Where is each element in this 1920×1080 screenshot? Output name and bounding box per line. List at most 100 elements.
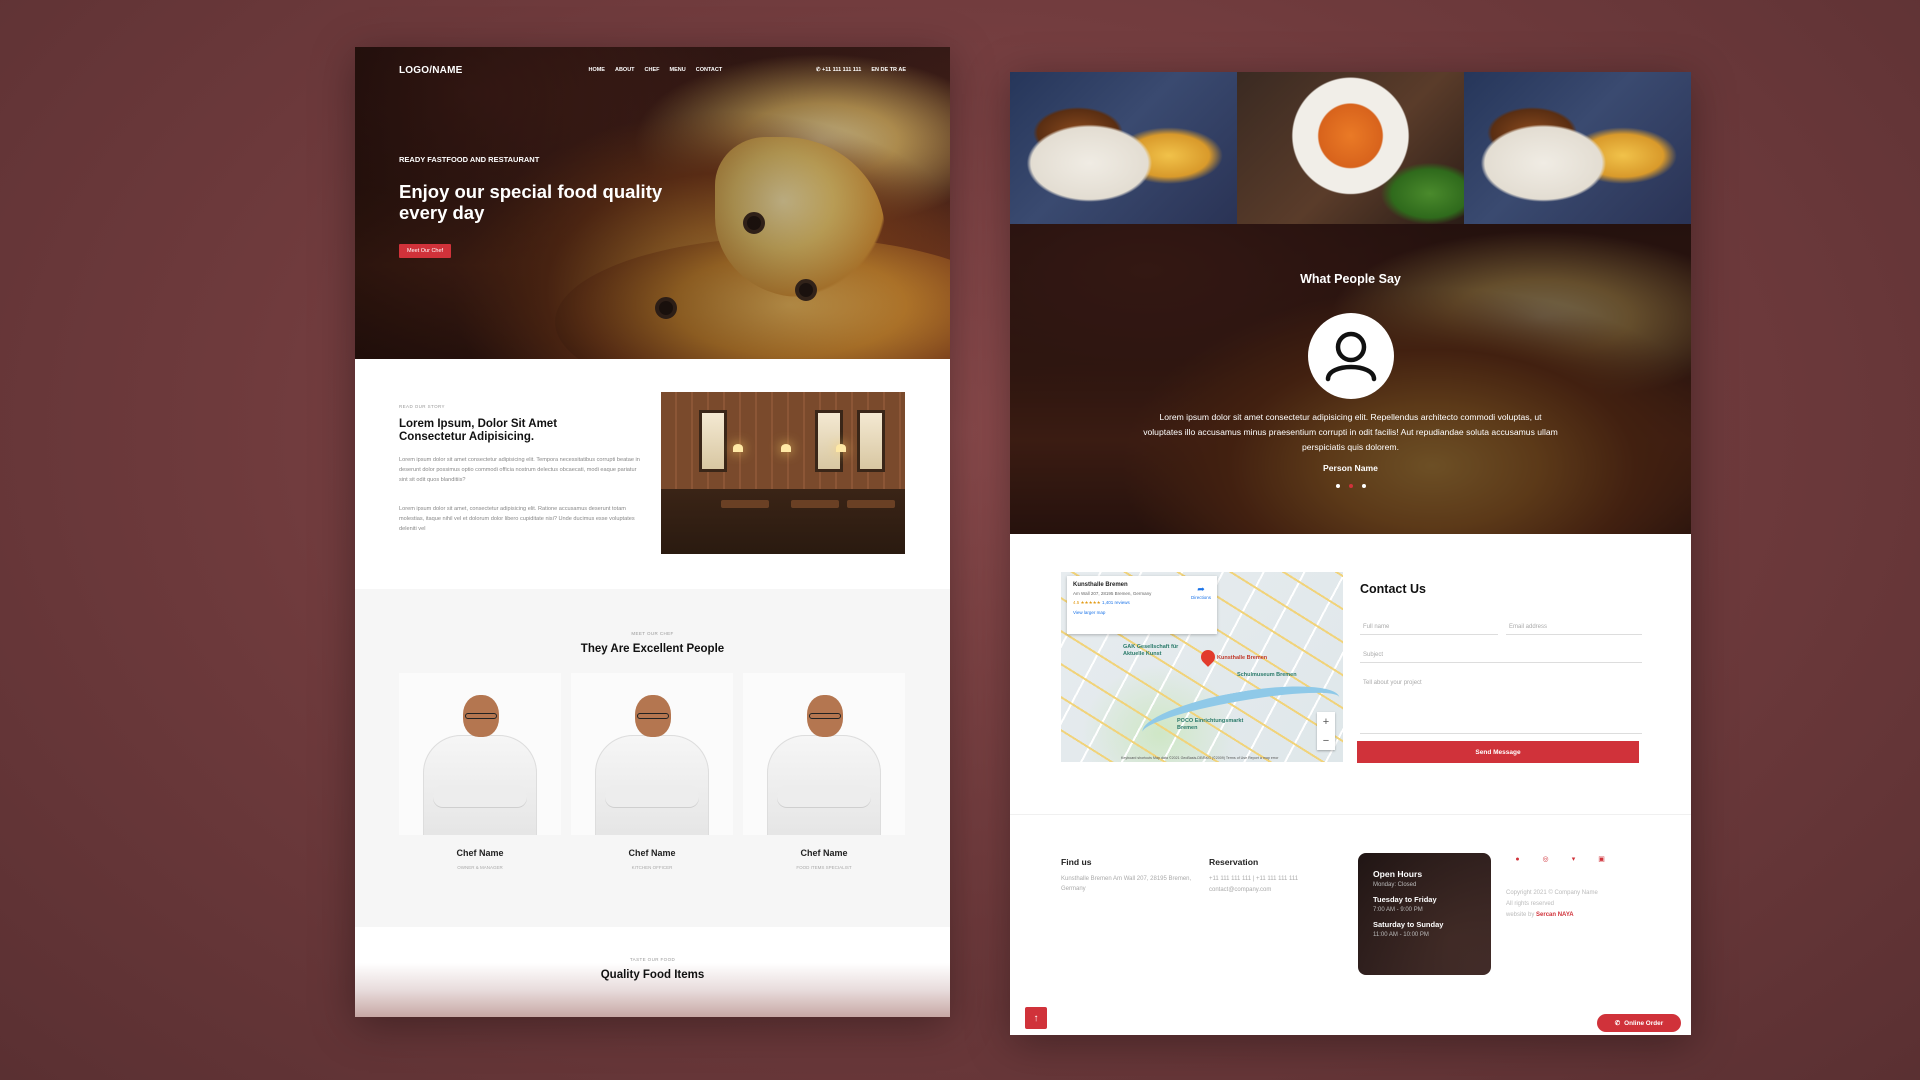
table-decoration [847,500,895,508]
chef-glasses [809,713,841,719]
meet-our-chef-button[interactable]: Meet Our Chef [399,244,452,258]
view-larger-map-link[interactable]: View larger map [1073,610,1211,615]
nav-chef[interactable]: CHEF [645,67,660,73]
message-textarea[interactable]: Tell about your project [1360,676,1642,734]
map-label-museum: Schulmuseum Bremen [1237,672,1297,678]
linkedin-icon[interactable]: ▣ [1597,855,1606,864]
directions-button[interactable]: ➦ Directions [1191,584,1211,600]
twitter-icon[interactable]: ▾ [1569,855,1578,864]
online-order-button[interactable]: ✆ Online Order [1597,1014,1681,1032]
facebook-icon[interactable]: ● [1513,855,1522,864]
story-title: Lorem Ipsum, Dolor Sit Amet Consectetur … [399,418,558,443]
directions-icon: ➦ [1197,584,1205,594]
scroll-top-button[interactable]: ↑ [1025,1007,1047,1029]
carousel-dots [1010,484,1691,488]
copyright-text: Copyright 2021 © Company Name [1506,890,1598,896]
chef-arms [777,785,871,807]
chefs-title: They Are Excellent People [580,643,725,655]
map-pin-label: Kunsthalle Bremen [1217,655,1268,661]
hours-day: Tuesday to Friday [1373,895,1437,904]
phone-number: +11 111 111 111 [822,67,862,73]
open-hours-card: Open Hours Monday: Closed Tuesday to Fri… [1358,853,1491,975]
carousel-dot-active[interactable] [1348,484,1353,488]
contact-section: Kunsthalle Bremen GAK Gesellschaft für A… [1010,534,1691,814]
chefs-section: MEET OUR CHEF They Are Excellent People … [355,589,950,927]
story-section: READ OUR STORY Lorem Ipsum, Dolor Sit Am… [355,359,950,589]
table-decoration [721,500,769,508]
find-us-address: Kunsthalle Bremen Am Wall 207, 28195 Bre… [1061,876,1192,892]
carousel-dot[interactable] [1335,484,1340,488]
landing-page-bottom: What People Say Lorem ipsum dolor sit am… [1010,72,1691,1035]
language-switcher[interactable]: EN DE TR AE [871,67,906,73]
nav-right: ✆ +11 111 111 111 EN DE TR AE [816,67,906,73]
story-label: READ OUR STORY [399,404,445,409]
rights-text: All rights reserved [1506,901,1555,907]
carousel-dot[interactable] [1361,484,1366,488]
reservation-phone[interactable]: +11 111 111 111 | +11 111 111 111 [1209,874,1298,884]
open-hours-title: Open Hours [1373,869,1423,879]
map-label-gak: GAK Gesellschaft für Aktuelle Kunst [1123,644,1179,657]
author-link[interactable]: Sercan NAYA [1536,912,1574,918]
email-field[interactable]: Email address [1506,620,1642,635]
chef-role: FOOD ITEMS SPECIALIST [796,865,852,870]
send-message-button[interactable]: Send Message [1357,741,1639,763]
gallery-image-burger[interactable] [1010,72,1237,224]
full-name-field[interactable]: Full name [1360,620,1498,635]
food-gallery [1010,72,1691,224]
testimonial-title: What People Say [1300,272,1401,286]
nav-about[interactable]: ABOUT [615,67,635,73]
chef-name: Chef Name [800,848,848,858]
hours-time: 7:00 AM - 9:00 PM [1373,907,1423,913]
map-zoom-controls: + − [1317,712,1335,750]
nav-contact[interactable]: CONTACT [696,67,722,73]
chef-role: OWNER & MANAGER [457,865,503,870]
instagram-icon[interactable]: ◎ [1541,855,1550,864]
chef-arms [605,785,699,807]
story-paragraph: Lorem ipsum dolor sit amet consectetur a… [399,457,640,483]
reservation-email[interactable]: contact@company.com [1209,885,1271,895]
social-links: ● ◎ ▾ ▣ [1513,855,1606,864]
logo[interactable]: LOGO/NAME [399,65,462,76]
hero-title: Enjoy our special food quality every day [399,181,663,223]
author-credit: website by Sercan NAYA [1506,910,1598,921]
story-paragraph: Lorem ipsum dolor sit amet, consectetur … [399,506,635,532]
gallery-image-soup[interactable] [1237,72,1464,224]
chef-glasses [637,713,669,719]
main-menu: HOME ABOUT CHEF MENU CONTACT [588,67,722,73]
nav-phone[interactable]: ✆ +11 111 111 111 [816,67,861,73]
chef-card[interactable] [743,673,905,835]
lamp-decoration [781,444,791,452]
map-rating: 4.5 ★★★★★ 1,401 reviews [1073,600,1211,606]
testimonial-quote: Lorem ipsum dolor sit amet consectetur a… [1143,412,1558,452]
hero-subtitle: READY FASTFOOD AND RESTAURANT [399,155,540,164]
window-decoration [815,410,843,472]
nav-home[interactable]: HOME [588,67,605,73]
map-info-card: Kunsthalle Bremen Am Wall 207, 28195 Bre… [1067,576,1217,634]
nav-menu[interactable]: MENU [670,67,686,73]
testimonial-section: What People Say Lorem ipsum dolor sit am… [1010,224,1691,534]
map-pin-icon[interactable] [1198,647,1218,667]
restaurant-interior-image [661,392,905,554]
contact-title: Contact Us [1360,582,1426,596]
directions-label: Directions [1190,595,1211,600]
landing-page-top: LOGO/NAME HOME ABOUT CHEF MENU CONTACT ✆… [355,47,950,1017]
top-navigation: LOGO/NAME HOME ABOUT CHEF MENU CONTACT ✆… [355,47,950,93]
zoom-out-button[interactable]: − [1323,735,1329,747]
subject-field[interactable]: Subject [1360,648,1642,663]
arrow-up-icon: ↑ [1033,1012,1039,1024]
chefs-label: MEET OUR CHEF [631,631,674,636]
testimonial-person: Person Name [1323,463,1378,473]
window-decoration [699,410,727,472]
table-decoration [791,500,839,508]
chef-glasses [465,713,497,719]
chef-card[interactable] [571,673,733,835]
site-footer: Find us Kunsthalle Bremen Am Wall 207, 2… [1010,814,1691,1035]
zoom-in-button[interactable]: + [1323,716,1329,728]
gallery-image-burger[interactable] [1464,72,1691,224]
lamp-decoration [733,444,743,452]
map-reviews-link[interactable]: 1,401 reviews [1102,600,1130,605]
hero-section: LOGO/NAME HOME ABOUT CHEF MENU CONTACT ✆… [355,47,950,407]
map-place-address: Am Wall 207, 28195 Bremen, Germany [1073,591,1152,596]
google-map[interactable]: Kunsthalle Bremen GAK Gesellschaft für A… [1061,572,1343,762]
chef-card[interactable] [399,673,561,835]
